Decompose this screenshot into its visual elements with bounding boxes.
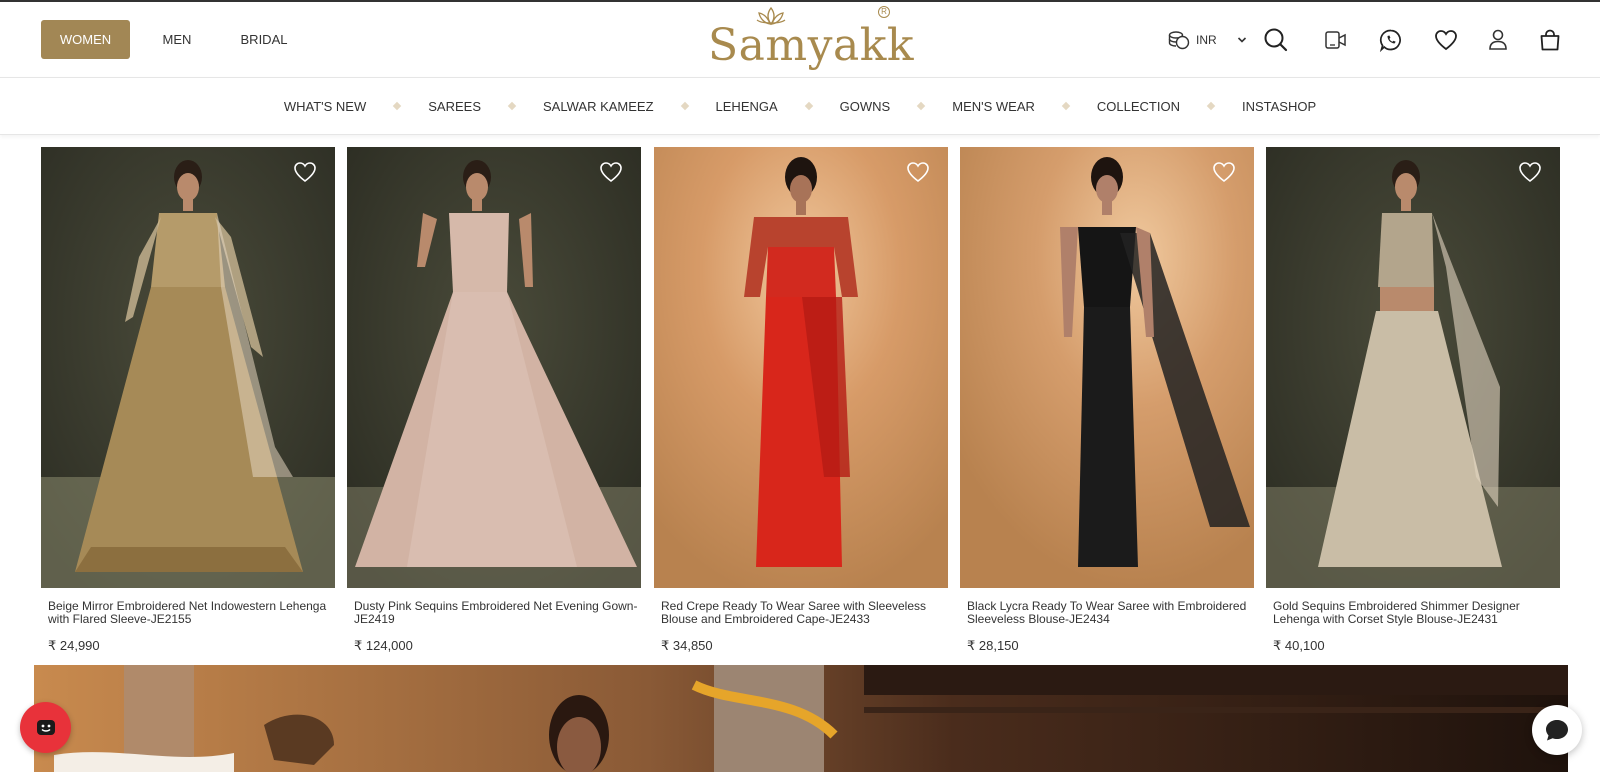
nav-separator xyxy=(916,101,926,111)
nav-item-whats-new[interactable]: WHAT'S NEW xyxy=(284,99,366,114)
search-icon[interactable] xyxy=(1262,26,1290,54)
wishlist-heart-icon[interactable] xyxy=(1432,26,1460,54)
product-card[interactable]: Black Lycra Ready To Wear Saree with Emb… xyxy=(960,147,1254,657)
tab-men[interactable]: MEN xyxy=(155,20,199,59)
video-call-icon[interactable] xyxy=(1322,26,1350,54)
product-image[interactable] xyxy=(960,147,1254,588)
nav-item-mens-wear[interactable]: MEN'S WEAR xyxy=(952,99,1035,114)
nav-separator xyxy=(680,101,689,111)
product-card[interactable]: Dusty Pink Sequins Embroidered Net Eveni… xyxy=(347,147,641,657)
wishlist-heart-icon[interactable] xyxy=(599,161,623,183)
logo-text: Samyakk xyxy=(708,20,915,71)
whatsapp-icon[interactable] xyxy=(1377,26,1405,54)
product-card[interactable]: Red Crepe Ready To Wear Saree with Sleev… xyxy=(654,147,948,657)
smiley-chat-icon xyxy=(36,719,55,735)
wishlist-heart-icon[interactable] xyxy=(1212,161,1236,183)
nav-item-collection[interactable]: COLLECTION xyxy=(1097,99,1180,114)
product-card[interactable]: Beige Mirror Embroidered Net Indowestern… xyxy=(41,147,335,657)
bag-icon[interactable] xyxy=(1536,26,1564,54)
product-title[interactable]: Dusty Pink Sequins Embroidered Net Eveni… xyxy=(354,600,638,626)
live-chat-button[interactable] xyxy=(1532,705,1582,755)
currency-label: INR xyxy=(1196,33,1217,47)
user-icon[interactable] xyxy=(1484,26,1512,54)
product-price: ₹ 124,000 xyxy=(354,638,413,653)
site-header: WOMEN MEN BRIDAL Samyakk R INR xyxy=(0,2,1600,77)
nav-separator xyxy=(804,101,813,111)
wishlist-heart-icon[interactable] xyxy=(906,161,930,183)
product-image[interactable] xyxy=(654,147,948,588)
product-price: ₹ 34,850 xyxy=(661,638,713,653)
product-card[interactable]: Gold Sequins Embroidered Shimmer Designe… xyxy=(1266,147,1560,657)
chatbot-button[interactable] xyxy=(20,702,71,753)
product-image[interactable] xyxy=(347,147,641,588)
nav-separator xyxy=(1206,101,1216,111)
nav-item-instashop[interactable]: INSTASHOP xyxy=(1242,99,1316,114)
product-image[interactable] xyxy=(1266,147,1560,588)
product-price: ₹ 40,100 xyxy=(1273,638,1325,653)
category-nav: WHAT'S NEW SAREES SALWAR KAMEEZ LEHENGA … xyxy=(0,77,1600,135)
product-grid: Beige Mirror Embroidered Net Indowestern… xyxy=(41,147,1561,657)
product-title[interactable]: Gold Sequins Embroidered Shimmer Designe… xyxy=(1273,600,1557,626)
chat-bubble-icon xyxy=(1546,720,1568,741)
tab-women[interactable]: WOMEN xyxy=(41,20,130,59)
nav-item-sarees[interactable]: SAREES xyxy=(428,99,481,114)
product-image[interactable] xyxy=(41,147,335,588)
nav-item-lehenga[interactable]: LEHENGA xyxy=(716,99,778,114)
nav-separator xyxy=(1061,101,1071,111)
product-title[interactable]: Black Lycra Ready To Wear Saree with Emb… xyxy=(967,600,1251,626)
nav-item-salwar-kameez[interactable]: SALWAR KAMEEZ xyxy=(543,99,654,114)
promo-banner-image[interactable] xyxy=(34,665,1568,772)
product-title[interactable]: Red Crepe Ready To Wear Saree with Sleev… xyxy=(661,600,945,626)
tab-bridal[interactable]: BRIDAL xyxy=(236,20,292,59)
wishlist-heart-icon[interactable] xyxy=(1518,161,1542,183)
nav-separator xyxy=(393,101,402,111)
product-price: ₹ 24,990 xyxy=(48,638,100,653)
registered-mark: R xyxy=(878,6,890,18)
nav-item-gowns[interactable]: GOWNS xyxy=(840,99,891,114)
currency-coins-icon xyxy=(1168,31,1190,50)
wishlist-heart-icon[interactable] xyxy=(293,161,317,183)
product-price: ₹ 28,150 xyxy=(967,638,1019,653)
product-title[interactable]: Beige Mirror Embroidered Net Indowestern… xyxy=(48,600,332,626)
chevron-down-icon[interactable] xyxy=(1237,36,1247,44)
nav-separator xyxy=(507,101,517,111)
samyakk-logo[interactable]: Samyakk R xyxy=(700,4,914,78)
currency-selector[interactable]: INR xyxy=(1168,27,1247,53)
